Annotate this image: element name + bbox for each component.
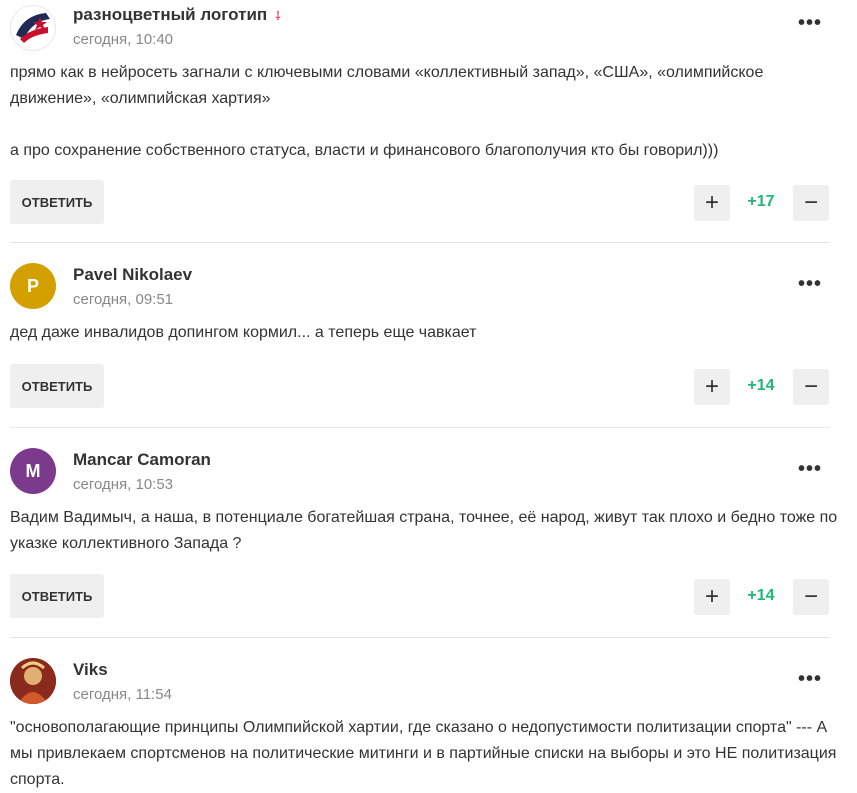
more-options-button[interactable]: ••• xyxy=(798,273,822,296)
reply-button[interactable]: ОТВЕТИТЬ xyxy=(10,364,104,408)
comment-text: дед даже инвалидов допингом кормил... а … xyxy=(10,324,477,341)
comment-time: сегодня, 10:40 xyxy=(73,31,174,48)
upvote-button[interactable]: + xyxy=(694,369,730,405)
upvote-button[interactable]: + xyxy=(694,579,730,615)
author-name[interactable]: Pavel Nikolaev xyxy=(73,265,192,285)
downvote-button[interactable]: − xyxy=(793,579,829,615)
avatar[interactable]: M xyxy=(10,448,56,494)
comment-time: сегодня, 11:54 xyxy=(73,686,172,703)
more-options-button[interactable]: ••• xyxy=(798,668,822,691)
divider xyxy=(10,242,830,243)
vote-score: +14 xyxy=(747,377,775,394)
team-logo-icon xyxy=(11,6,55,50)
comment-text: Вадим Вадимыч, а наша, в потенциале бога… xyxy=(10,509,838,552)
comment-time: сегодня, 09:51 xyxy=(73,291,174,308)
comment-time: сегодня, 10:53 xyxy=(73,476,174,493)
vote-score: +14 xyxy=(747,587,775,604)
reply-button[interactable]: ОТВЕТИТЬ xyxy=(10,574,104,618)
downvote-button[interactable]: − xyxy=(793,185,829,221)
vote-score: +17 xyxy=(747,193,775,210)
author-name[interactable]: разноцветный логотип ⸸ xyxy=(73,5,281,25)
author-name[interactable]: Mancar Camoran xyxy=(73,450,211,470)
flag-icon: ⸸ xyxy=(275,9,281,23)
author-name[interactable]: Viks xyxy=(73,660,108,680)
upvote-button[interactable]: + xyxy=(694,185,730,221)
reply-button[interactable]: ОТВЕТИТЬ xyxy=(10,180,104,224)
divider xyxy=(10,637,830,638)
more-options-button[interactable]: ••• xyxy=(798,12,822,35)
more-options-button[interactable]: ••• xyxy=(798,458,822,481)
downvote-button[interactable]: − xyxy=(793,369,829,405)
avatar[interactable] xyxy=(10,658,56,704)
divider xyxy=(10,427,830,428)
photo-avatar-icon xyxy=(10,658,56,704)
comment-text: "основополагающие принципы Олимпийской х… xyxy=(10,719,837,788)
comment-text: прямо как в нейросеть загнали с ключевым… xyxy=(10,64,764,159)
avatar[interactable]: P xyxy=(10,263,56,309)
avatar[interactable] xyxy=(10,5,56,51)
